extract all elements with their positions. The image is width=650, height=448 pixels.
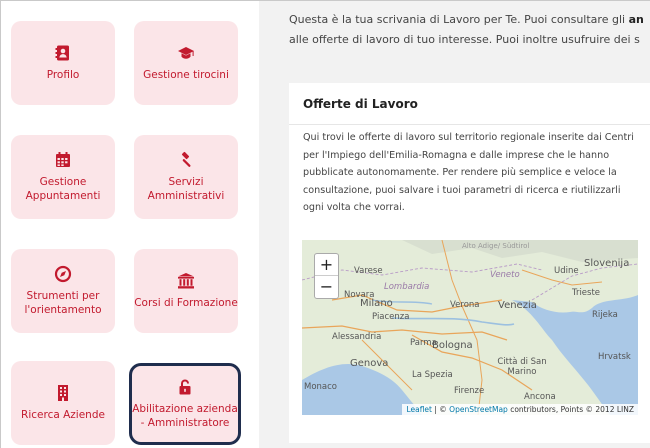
map-label: Ancona	[524, 392, 556, 402]
map-label: Verona	[450, 300, 480, 310]
unlock-icon	[176, 378, 194, 396]
map-label: Slovenija	[584, 258, 630, 269]
tile-label: Servizi Amministrativi	[147, 176, 225, 202]
card-description: Qui trovi le offerte di lavoro sul terri…	[303, 132, 634, 213]
tile-gestione-tirocini[interactable]: Gestione tirocini	[134, 21, 238, 105]
offerte-card: Offerte di Lavoro Qui trovi le offerte d…	[289, 83, 650, 443]
intro-line-1-bold: an	[628, 13, 644, 26]
tile-label: Corsi di Formazione	[134, 297, 238, 309]
openstreetmap-link[interactable]: OpenStreetMap	[449, 405, 508, 414]
map-label: Alto Adige/ Südtirol	[462, 242, 530, 250]
main-content: Questa è la tua scrivania di Lavoro per …	[259, 1, 650, 448]
zoom-out-button[interactable]: −	[315, 276, 338, 298]
tile-label: Gestione Appuntamenti	[25, 176, 101, 202]
tile-servizi-amministrativi[interactable]: Servizi Amministrativi	[134, 135, 238, 219]
leaflet-link[interactable]: Leaflet	[406, 405, 432, 414]
attribution-separator: | ©	[431, 405, 450, 414]
map-label: Genova	[350, 358, 389, 369]
zoom-in-button[interactable]: +	[315, 254, 338, 276]
intro-text: Questa è la tua scrivania di Lavoro per …	[289, 10, 650, 50]
map-label: Rijeka	[592, 310, 618, 320]
sidebar: Profilo Gestione tirocini Gestione Appun…	[1, 1, 259, 448]
tile-label: Profilo	[46, 69, 80, 81]
tile-strumenti-orientamento[interactable]: Strumenti per l'orientamento	[11, 249, 115, 333]
building-icon	[54, 384, 72, 402]
tile-gestione-appuntamenti[interactable]: Gestione Appuntamenti	[11, 135, 115, 219]
map-label: Lombardia	[384, 282, 430, 292]
card-title: Offerte di Lavoro	[303, 97, 418, 111]
map-label: Bologna	[432, 340, 473, 351]
graduation-cap-icon	[177, 44, 195, 62]
tile-label: Strumenti per l'orientamento	[24, 290, 102, 316]
tile-ricerca-aziende[interactable]: Ricerca Aziende	[11, 361, 115, 445]
map-label: Udine	[554, 266, 579, 276]
address-card-icon	[54, 44, 72, 62]
map-label: Milano	[360, 298, 393, 309]
tile-corsi-formazione[interactable]: Corsi di Formazione	[134, 249, 238, 333]
map-label: Hrvatsk	[598, 352, 631, 362]
map-label: Veneto	[490, 270, 520, 280]
intro-line-2: alle offerte di lavoro di tuo interesse.…	[289, 33, 640, 46]
map-label: Piacenza	[372, 312, 410, 322]
map-label: Venezia	[498, 300, 537, 311]
attribution-text: contributors, Points © 2012 LINZ	[507, 405, 634, 414]
tile-label: Gestione tirocini	[143, 69, 229, 81]
calendar-icon	[54, 151, 72, 169]
map-attribution: Leaflet | © OpenStreetMap contributors, …	[402, 404, 638, 415]
map-label: Trieste	[572, 288, 601, 298]
map-label: Città di San Marino	[497, 357, 547, 377]
intro-line-1: Questa è la tua scrivania di Lavoro per …	[289, 13, 629, 26]
window-frame: Profilo Gestione tirocini Gestione Appun…	[0, 0, 650, 448]
tile-profilo[interactable]: Profilo	[11, 21, 115, 105]
tile-abilitazione-azienda[interactable]: Abilitazione azienda - Amministratore	[129, 363, 241, 445]
map-zoom-control: + −	[314, 253, 339, 299]
gavel-icon	[177, 151, 195, 169]
map-label: Varese	[354, 266, 383, 276]
map-label: Monaco	[304, 382, 338, 392]
map-label: Firenze	[454, 386, 485, 396]
map-label: Alessandria	[332, 332, 382, 342]
offerte-map[interactable]: + − Alto Adige/ Südtirol Varese Novara L…	[302, 240, 638, 415]
map-label: La Spezia	[412, 370, 453, 380]
card-divider	[289, 124, 650, 125]
compass-icon	[54, 265, 72, 283]
tile-label: Abilitazione azienda - Amministratore	[132, 403, 238, 429]
tile-label: Ricerca Aziende	[21, 409, 105, 421]
institution-icon	[177, 272, 195, 290]
